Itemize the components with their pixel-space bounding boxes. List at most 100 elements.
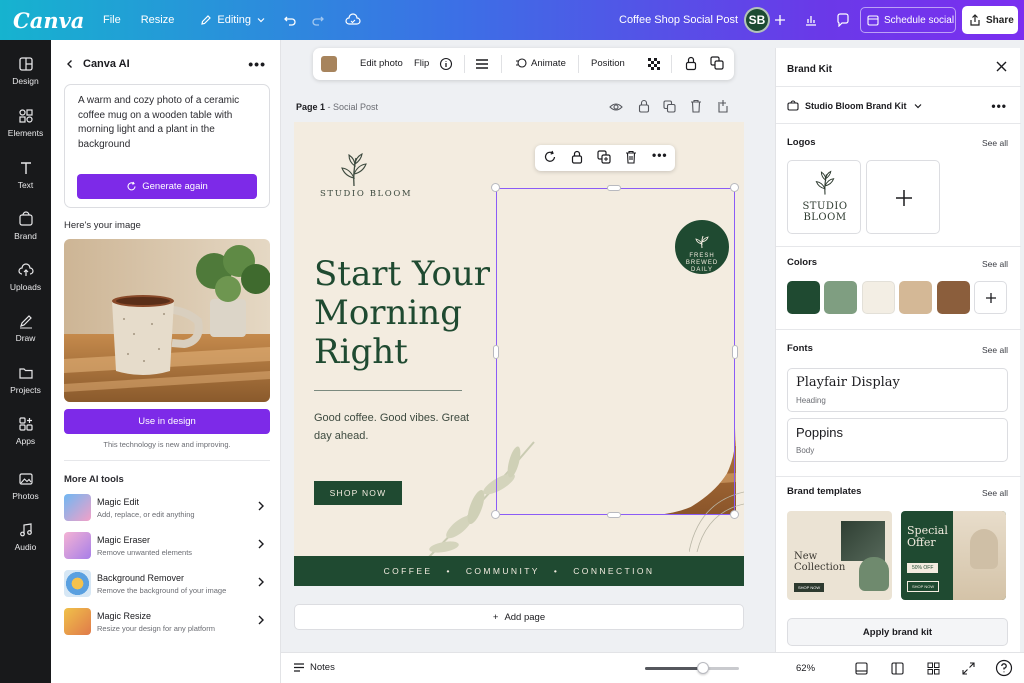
rail-item-draw[interactable]: Draw [0, 313, 51, 343]
rail-item-uploads[interactable]: Uploads [0, 262, 51, 292]
back-arrow-icon[interactable] [65, 59, 75, 69]
tool-magic-resize[interactable]: Magic Resize Resize your design for any … [64, 608, 270, 638]
undo-icon[interactable] [276, 6, 304, 34]
tool-magic-eraser[interactable]: Magic Eraser Remove unwanted elements [64, 532, 270, 562]
color-swatch[interactable] [787, 281, 820, 314]
tagline[interactable]: Good coffee. Good vibes. Great day ahead… [314, 409, 474, 445]
use-in-design-button[interactable]: Use in design [64, 409, 270, 434]
resize-handle-top-left[interactable] [491, 183, 500, 192]
resize-handle-top-right[interactable] [730, 183, 739, 192]
flip-button[interactable]: Flip [414, 58, 429, 69]
bottom-bar: Notes 62% [281, 652, 1024, 683]
headline[interactable]: Start Your Morning Right [314, 255, 504, 372]
template-new-collection[interactable]: New Collection SHOP NOW [787, 511, 892, 600]
brand-kit-selector[interactable]: Studio Bloom Brand Kit [787, 100, 923, 111]
generate-again-button[interactable]: Generate again [77, 174, 257, 199]
add-page-button[interactable]: + Add page [294, 604, 744, 630]
analytics-icon[interactable] [797, 6, 825, 34]
generated-image[interactable] [64, 239, 270, 402]
template-special-offer[interactable]: Special Offer 50% OFF SHOP NOW [901, 511, 1006, 600]
add-collaborator-icon[interactable] [766, 6, 794, 34]
duplicate-icon[interactable] [597, 150, 611, 164]
duplicate-icon[interactable] [710, 56, 724, 70]
apply-brand-kit-button[interactable]: Apply brand kit [787, 618, 1008, 646]
resize-handle-left[interactable] [493, 345, 499, 359]
color-swatch-button[interactable] [321, 56, 337, 72]
rail-item-photos[interactable]: Photos [0, 471, 51, 501]
delete-page-icon[interactable] [690, 99, 702, 113]
rotate-icon[interactable] [543, 150, 557, 164]
font-card-body[interactable]: Poppins Body [787, 418, 1008, 462]
transparency-icon[interactable] [647, 57, 661, 71]
help-icon[interactable] [995, 659, 1013, 677]
templates-see-all[interactable]: See all [982, 488, 1008, 498]
color-swatch[interactable] [824, 281, 857, 314]
add-color-button[interactable] [974, 281, 1007, 314]
redo-icon[interactable] [304, 6, 332, 34]
tool-magic-edit[interactable]: Magic Edit Add, replace, or edit anythin… [64, 494, 270, 524]
color-swatch[interactable] [899, 281, 932, 314]
logos-see-all[interactable]: See all [982, 138, 1008, 148]
comment-icon[interactable] [829, 6, 857, 34]
resize-handle-right[interactable] [732, 345, 738, 359]
prompt-box[interactable]: A warm and cozy photo of a ceramic coffe… [64, 84, 270, 208]
resize-handle-bottom-right[interactable] [730, 510, 739, 519]
cloud-saved-icon[interactable] [339, 6, 367, 34]
canva-logo[interactable]: Canva [13, 8, 89, 33]
more-options-icon[interactable]: ••• [991, 99, 1007, 113]
rail-item-design[interactable]: Design [0, 56, 51, 86]
border-style-icon[interactable] [475, 58, 489, 70]
rail-item-apps[interactable]: Apps [0, 416, 51, 446]
color-swatch[interactable] [862, 281, 895, 314]
scroll-view-icon[interactable] [891, 662, 904, 675]
footer-band[interactable]: COFFEE • COMMUNITY • CONNECTION [294, 556, 744, 586]
zoom-slider-thumb[interactable] [697, 662, 709, 674]
hide-page-icon[interactable] [609, 101, 623, 113]
close-icon[interactable] [996, 61, 1007, 72]
resize-handle-bottom-left[interactable] [491, 510, 500, 519]
animate-button[interactable]: Animate [515, 57, 566, 69]
share-button[interactable]: Share [962, 6, 1018, 34]
fullscreen-icon[interactable] [962, 662, 975, 675]
resize-menu[interactable]: Resize [141, 14, 175, 26]
lock-icon[interactable] [571, 150, 583, 164]
add-logo-button[interactable] [866, 160, 940, 234]
schedule-social-button[interactable]: Schedule social [860, 7, 956, 33]
brand-name[interactable]: STUDIO BLOOM [320, 189, 412, 199]
lock-page-icon[interactable] [638, 99, 650, 113]
zoom-level[interactable]: 62% [796, 663, 815, 674]
add-page-icon[interactable] [717, 99, 730, 113]
notes-button[interactable]: Notes [293, 662, 335, 673]
color-swatch[interactable] [937, 281, 970, 314]
rail-item-elements[interactable]: Elements [0, 108, 51, 138]
fonts-see-all[interactable]: See all [982, 345, 1008, 355]
brand-logo-card[interactable]: STUDIO BLOOM [787, 160, 861, 234]
trash-icon[interactable] [625, 150, 637, 164]
more-options-icon[interactable]: ••• [652, 148, 668, 162]
pages-view-icon[interactable] [855, 662, 868, 675]
file-menu[interactable]: File [103, 14, 121, 26]
rail-item-brand[interactable]: Brand [0, 211, 51, 241]
rail-item-projects[interactable]: Projects [0, 365, 51, 395]
resize-handle-top[interactable] [607, 185, 621, 191]
rail-item-audio[interactable]: Audio [0, 522, 51, 552]
selection-box[interactable] [496, 188, 735, 515]
info-icon[interactable] [439, 57, 453, 71]
page-name[interactable]: Social Post [333, 102, 378, 112]
duplicate-page-icon[interactable] [663, 100, 676, 113]
edit-photo-button[interactable]: Edit photo [360, 58, 403, 69]
resize-handle-bottom[interactable] [607, 512, 621, 518]
brand-templates-label: Brand templates [787, 486, 862, 497]
prompt-text[interactable]: A warm and cozy photo of a ceramic coffe… [78, 94, 258, 152]
position-button[interactable]: Position [591, 58, 625, 69]
font-card-heading[interactable]: Playfair Display Heading [787, 368, 1008, 412]
more-options-icon[interactable]: ••• [248, 56, 266, 72]
grid-view-icon[interactable] [927, 662, 940, 675]
shop-now-button[interactable]: SHOP NOW [314, 481, 402, 505]
document-title[interactable]: Coffee Shop Social Post [619, 14, 738, 26]
colors-see-all[interactable]: See all [982, 259, 1008, 269]
tool-background-remover[interactable]: Background Remover Remove the background… [64, 570, 270, 600]
lock-icon[interactable] [685, 56, 697, 71]
rail-item-text[interactable]: Text [0, 160, 51, 190]
editing-mode-dropdown[interactable]: Editing [200, 14, 266, 26]
